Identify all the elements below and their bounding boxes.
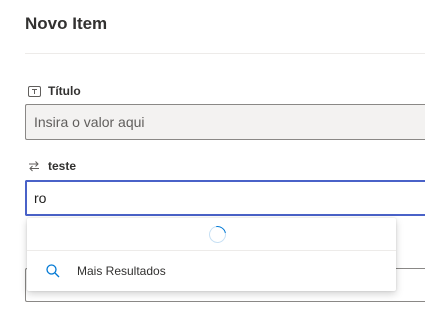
loading-row — [27, 218, 396, 251]
more-results-button[interactable]: Mais Resultados — [27, 251, 396, 291]
loading-spinner-icon — [205, 222, 230, 247]
page-title: Novo Item — [25, 14, 108, 33]
new-item-form: Novo Item Título Insira o valor aqui tes… — [0, 0, 425, 313]
titulo-input[interactable]: Insira o valor aqui — [25, 104, 425, 140]
teste-label-text: teste — [48, 159, 77, 173]
text-field-icon — [27, 84, 41, 98]
titulo-label-text: Título — [48, 84, 81, 98]
teste-field-label: teste — [27, 159, 76, 173]
lookup-suggestions-dropdown: Mais Resultados — [27, 218, 396, 291]
more-results-label: Mais Resultados — [77, 264, 166, 278]
search-icon — [45, 263, 61, 279]
titulo-field-label: Título — [27, 84, 81, 98]
title-divider — [25, 53, 425, 54]
lookup-arrows-icon — [27, 159, 41, 173]
teste-lookup-input[interactable]: ro — [25, 180, 425, 216]
